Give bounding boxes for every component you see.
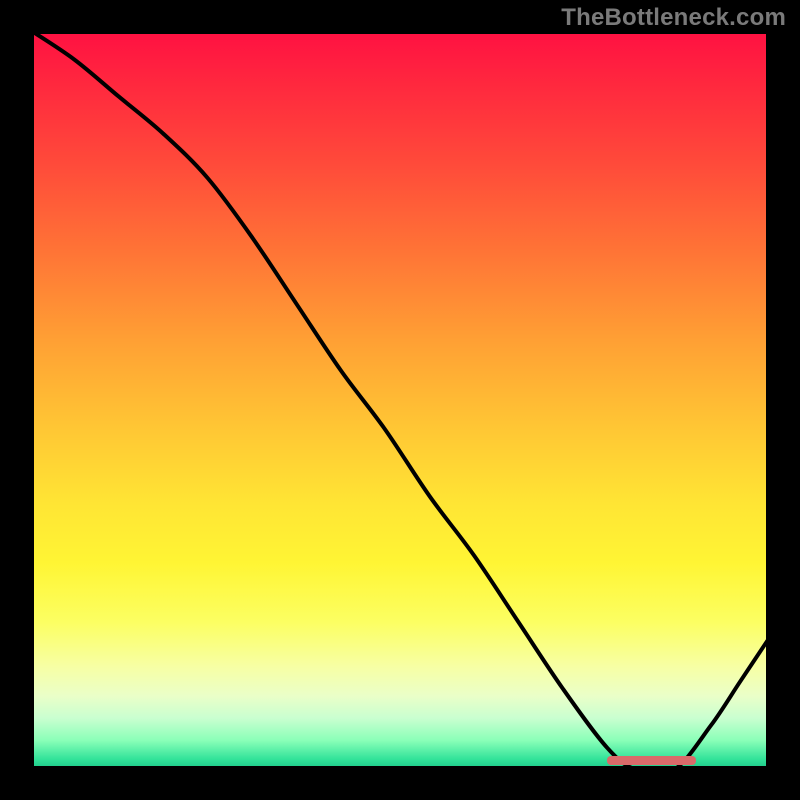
bottleneck-curve [30, 30, 770, 770]
watermark-text: TheBottleneck.com [561, 4, 786, 32]
chart-stage: TheBottleneck.com [0, 0, 800, 800]
optimal-range-marker [607, 756, 696, 765]
plot-area [30, 30, 770, 770]
curve-path [30, 30, 770, 774]
